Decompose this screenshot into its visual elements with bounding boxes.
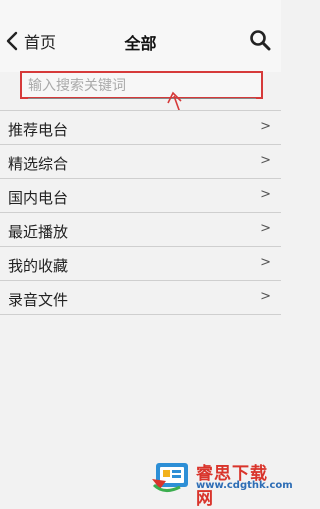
search-highlight-box: [20, 71, 263, 99]
list-item-label: 录音文件: [8, 291, 69, 309]
app-header: 首页 全部: [0, 0, 281, 72]
list-item-favorites[interactable]: 我的收藏 >: [0, 247, 281, 281]
chevron-right-icon: >: [260, 187, 271, 202]
list-item-recordings[interactable]: 录音文件 >: [0, 281, 281, 315]
search-button[interactable]: [249, 29, 271, 55]
list-item-domestic[interactable]: 国内电台 >: [0, 179, 281, 213]
list-item-recent[interactable]: 最近播放 >: [0, 213, 281, 247]
watermark-logo-icon: [150, 459, 192, 497]
list-item-label: 推荐电台: [8, 121, 69, 139]
watermark-url: www.cdgthk.com: [196, 480, 293, 491]
search-icon: [249, 30, 271, 55]
list-item-label: 最近播放: [8, 223, 69, 241]
page-title: 全部: [124, 34, 157, 53]
list-item-featured[interactable]: 精选综合 >: [0, 145, 281, 179]
watermark: 睿思下载网 www.cdgthk.com: [150, 455, 293, 509]
chevron-right-icon: >: [260, 289, 271, 304]
list-item-label: 我的收藏: [8, 257, 69, 275]
category-list: 推荐电台 > 精选综合 > 国内电台 > 最近播放 > 我的收藏 > 录音文件 …: [0, 110, 281, 315]
chevron-right-icon: >: [260, 153, 271, 168]
chevron-right-icon: >: [260, 221, 271, 236]
chevron-right-icon: >: [260, 119, 271, 134]
search-input[interactable]: [28, 76, 254, 96]
list-item-recommended[interactable]: 推荐电台 >: [0, 111, 281, 145]
search-underline: [28, 98, 256, 99]
chevron-right-icon: >: [260, 255, 271, 270]
list-item-label: 精选综合: [8, 155, 69, 173]
list-item-label: 国内电台: [8, 189, 69, 207]
